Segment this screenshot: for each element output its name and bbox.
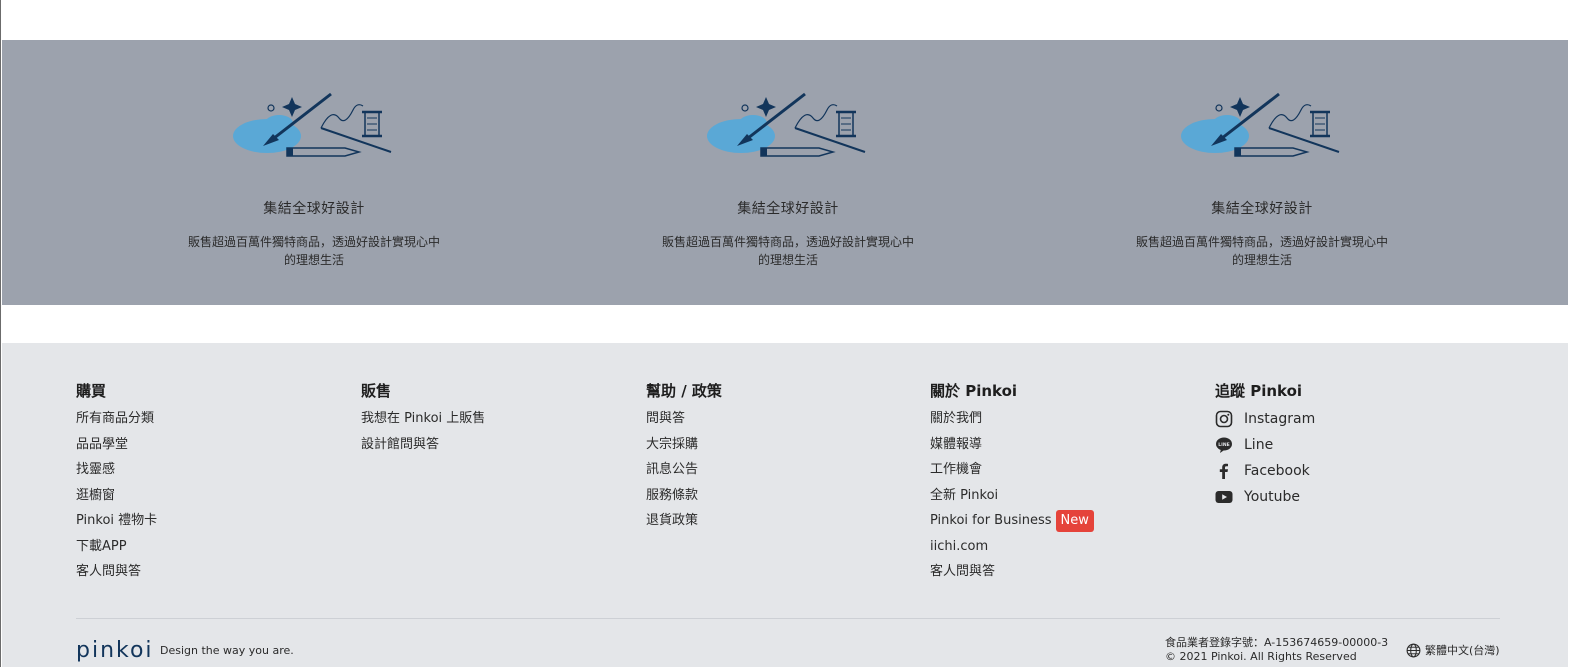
design-tools-illustration [233,92,392,157]
youtube-icon [1215,491,1233,503]
footer-link-about-us[interactable]: 關於我們 [930,406,1094,432]
design-tools-illustration [1181,92,1340,157]
footer-link-new-pinkoi[interactable]: 全新 Pinkoi [930,483,1094,509]
social-link-youtube[interactable]: Youtube [1215,484,1315,510]
footer-link-gift-card[interactable]: Pinkoi 禮物卡 [76,508,157,534]
footer-column-title: 關於 Pinkoi [930,382,1018,400]
pinkoi-logo[interactable]: pinkoi [76,638,154,663]
scrollbar-track [1568,0,1579,667]
footer-column-about: 關於 Pinkoi 關於我們 媒體報導 工作機會 全新 Pinkoi Pinko… [930,380,1094,585]
feature-description: 販售超過百萬件獨特商品，透過好設計實現心中的理想生活 [1135,235,1388,267]
footer-link-careers[interactable]: 工作機會 [930,457,1094,483]
footer-column-title: 幫助 / 政策 [646,382,722,400]
footer-link-return-policy[interactable]: 退貨政策 [646,508,722,534]
footer-link-pinkoi-school[interactable]: 品品學堂 [76,432,157,458]
feature-description: 販售超過百萬件獨特商品，透過好設計實現心中的理想生活 [187,235,440,267]
svg-text:LINE: LINE [1218,442,1229,448]
social-link-label: Line [1244,437,1274,453]
line-icon: LINE [1216,437,1232,453]
footer-link-iichi[interactable]: iichi.com [930,534,1094,560]
social-link-label: Facebook [1244,463,1310,479]
food-license-number: 食品業者登錄字號：A-153674659-00000-3 [1165,636,1389,649]
social-link-facebook[interactable]: Facebook [1215,458,1315,484]
footer-link-inspiration[interactable]: 找靈感 [76,457,157,483]
facebook-icon [1219,463,1228,479]
feature-band: 集結全球好設計 販售超過百萬件獨特商品，透過好設計實現心中的理想生活 集結全球好… [2,40,1569,305]
language-selector[interactable]: 繁體中文(台灣) [1406,642,1500,658]
site-footer: 購買 所有商品分類 品品學堂 找靈感 逛櫥窗 Pinkoi 禮物卡 下載APP … [2,343,1569,667]
feature-title: 集結全球好設計 [263,201,365,217]
footer-link-announcements[interactable]: 訊息公告 [646,457,722,483]
footer-link-download-app[interactable]: 下載APP [76,534,157,560]
footer-link-press[interactable]: 媒體報導 [930,432,1094,458]
footer-link-terms[interactable]: 服務條款 [646,483,722,509]
footer-column-sell: 販售 我想在 Pinkoi 上販售 設計館問與答 [361,380,485,457]
legal-info: 食品業者登錄字號：A-153674659-00000-3 © 2021 Pink… [1165,636,1388,664]
slogan: Design the way you are. [160,644,294,657]
footer-column-follow: 追蹤 Pinkoi Instagram LINE Line Facebook Y… [1215,380,1315,510]
footer-link-faq[interactable]: 問與答 [646,406,722,432]
footer-link-window-shopping[interactable]: 逛櫥窗 [76,483,157,509]
footer-link-bulk-purchase[interactable]: 大宗採購 [646,432,722,458]
new-badge: New [1055,510,1094,532]
footer-link-buyer-faq[interactable]: 客人問與答 [76,559,157,585]
social-link-instagram[interactable]: Instagram [1215,406,1315,432]
language-label: 繁體中文(台灣) [1425,644,1500,657]
footer-column-help: 幫助 / 政策 問與答 大宗採購 訊息公告 服務條款 退貨政策 [646,380,722,534]
footer-link-shop-faq[interactable]: 設計館問與答 [361,432,485,458]
page: 集結全球好設計 販售超過百萬件獨特商品，透過好設計實現心中的理想生活 集結全球好… [0,0,1579,667]
feature-card: 集結全球好設計 販售超過百萬件獨特商品，透過好設計實現心中的理想生活 [638,40,938,305]
globe-icon [1406,643,1421,657]
footer-divider [76,618,1500,619]
footer-link-buyer-faq[interactable]: 客人問與答 [930,559,1094,585]
footer-link-pinkoi-for-business[interactable]: Pinkoi for Business New [930,508,1094,534]
design-tools-illustration [707,92,866,157]
feature-card: 集結全球好設計 販售超過百萬件獨特商品，透過好設計實現心中的理想生活 [1112,40,1412,305]
social-link-label: Youtube [1244,489,1300,505]
footer-link-sell-on-pinkoi[interactable]: 我想在 Pinkoi 上販售 [361,406,485,432]
footer-column-title: 追蹤 Pinkoi [1215,382,1303,400]
feature-title: 集結全球好設計 [737,201,839,217]
footer-link-all-categories[interactable]: 所有商品分類 [76,406,157,432]
instagram-icon [1215,410,1233,428]
footer-column-buy: 購買 所有商品分類 品品學堂 找靈感 逛櫥窗 Pinkoi 禮物卡 下載APP … [76,380,157,585]
copyright: © 2021 Pinkoi. All Rights Reserved [1165,650,1357,663]
social-link-line[interactable]: LINE Line [1215,432,1315,458]
feature-card: 集結全球好設計 販售超過百萬件獨特商品，透過好設計實現心中的理想生活 [164,40,464,305]
feature-title: 集結全球好設計 [1211,201,1313,217]
footer-column-title: 購買 [76,382,107,400]
feature-description: 販售超過百萬件獨特商品，透過好設計實現心中的理想生活 [661,235,914,267]
social-link-label: Instagram [1244,411,1316,427]
footer-column-title: 販售 [361,382,392,400]
footer-link-label: Pinkoi for Business [930,513,1052,528]
